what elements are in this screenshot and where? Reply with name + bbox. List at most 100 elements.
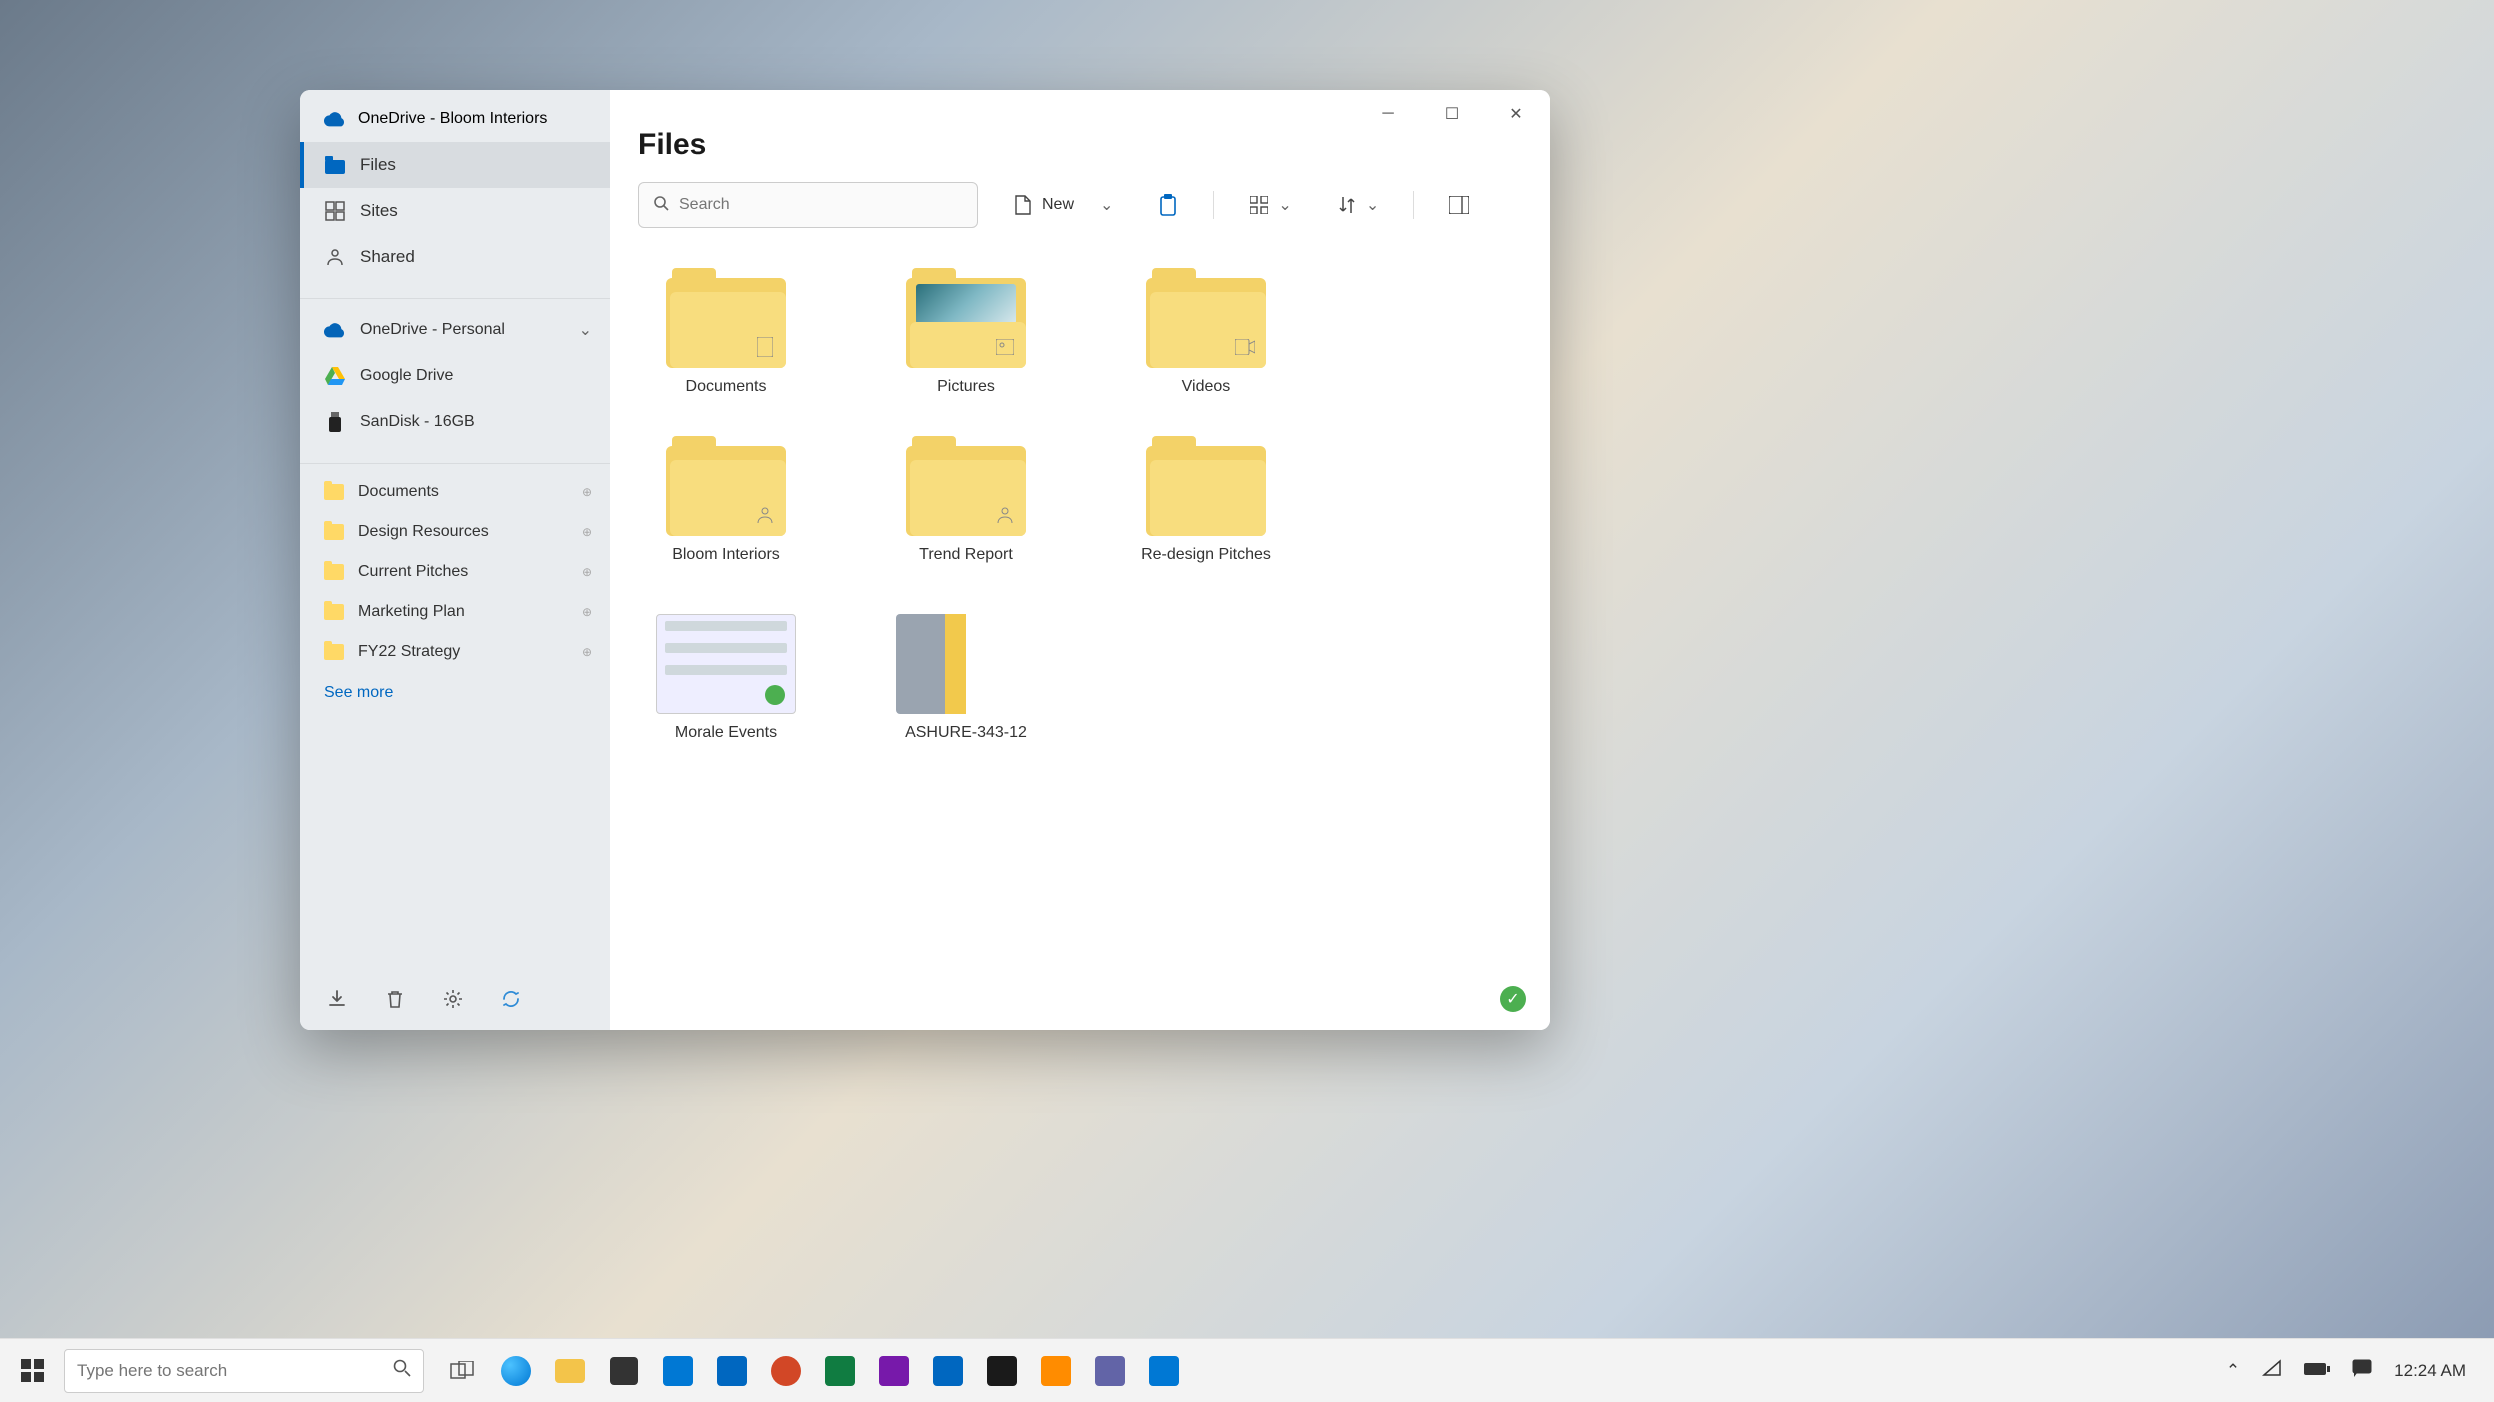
item-label: Re-design Pitches [1141,546,1271,564]
app-generic-3[interactable] [1146,1353,1182,1389]
quick-marketing-plan[interactable]: Marketing Plan ⊕ [300,592,610,632]
quick-design-resources[interactable]: Design Resources ⊕ [300,512,610,552]
pin-icon: ⊕ [582,605,592,619]
see-more-link[interactable]: See more [300,672,610,714]
details-icon [1448,194,1470,216]
account-onedrive-personal[interactable]: OneDrive - Personal ⌄ [300,307,610,353]
pin-icon: ⊕ [582,565,592,579]
nav-label: Files [360,155,396,175]
paste-button[interactable] [1147,186,1189,224]
new-label: New [1042,196,1074,214]
folder-redesign-pitches[interactable]: Re-design Pitches [1126,446,1286,564]
app-calendar[interactable] [714,1353,750,1389]
item-label: Videos [1182,378,1231,396]
account-title: OneDrive - Bloom Interiors [358,110,547,128]
quick-label: Design Resources [358,523,489,541]
toolbar: New ⌄ ⌄ ⌄ [610,172,1550,238]
account-label: OneDrive - Personal [360,321,505,339]
pin-icon: ⊕ [582,525,592,539]
folder-bloom-interiors[interactable]: Bloom Interiors [646,446,806,564]
folder-pictures[interactable]: Pictures [886,278,1046,396]
folder-icon [1146,278,1266,368]
app-edge[interactable] [498,1353,534,1389]
app-teams[interactable] [1092,1353,1128,1389]
folder-icon [324,604,344,620]
window-controls: ─ ☐ ✕ [610,90,1550,128]
search-box[interactable] [638,182,978,228]
onedrive-icon [324,319,346,341]
new-button[interactable]: New ⌄ [1002,186,1123,224]
file-thumbnail [656,614,796,714]
quick-documents[interactable]: Documents ⊕ [300,472,610,512]
app-onenote[interactable] [876,1353,912,1389]
account-google-drive[interactable]: Google Drive [300,353,610,399]
app-store[interactable] [606,1353,642,1389]
taskbar-apps [444,1353,1182,1389]
files-icon [324,154,346,176]
app-explorer[interactable] [552,1353,588,1389]
folder-icon [906,446,1026,536]
pin-icon: ⊕ [582,645,592,659]
sort-icon [1336,194,1358,216]
folder-documents[interactable]: Documents [646,278,806,396]
gear-icon[interactable] [440,986,466,1012]
shared-icon [324,246,346,268]
close-button[interactable]: ✕ [1502,100,1530,128]
sync-status-icon[interactable]: ✓ [1500,986,1526,1012]
account-sandisk[interactable]: SanDisk - 16GB [300,399,610,445]
tray-chevron-icon[interactable]: ⌃ [2226,1361,2240,1381]
item-label: Morale Events [675,724,777,742]
sync-icon[interactable] [498,986,524,1012]
task-view-button[interactable] [444,1353,480,1389]
account-label: Google Drive [360,367,453,385]
quick-current-pitches[interactable]: Current Pitches ⊕ [300,552,610,592]
app-photos[interactable] [930,1353,966,1389]
tray-network-icon[interactable] [2262,1359,2282,1382]
minimize-button[interactable]: ─ [1374,100,1402,128]
search-input[interactable] [679,196,963,214]
item-label: Documents [686,378,767,396]
sidebar-account-header[interactable]: OneDrive - Bloom Interiors [300,90,610,142]
file-explorer-window: OneDrive - Bloom Interiors Files Sites S… [300,90,1550,1030]
nav-shared[interactable]: Shared [300,234,610,280]
folder-icon [666,446,786,536]
grid-view-icon [1248,194,1270,216]
chevron-down-icon: ⌄ [1278,195,1291,215]
windows-logo-icon [21,1359,44,1382]
tray-clock[interactable]: 12:24 AM [2394,1361,2466,1381]
details-pane-button[interactable] [1438,186,1480,224]
share-badge-icon [994,504,1016,526]
app-powerpoint[interactable] [768,1353,804,1389]
folder-icon [1146,446,1266,536]
new-file-icon [1012,194,1034,216]
view-button[interactable]: ⌄ [1238,186,1301,224]
share-badge-icon [754,504,776,526]
taskbar-search-input[interactable] [77,1361,385,1381]
page-title: Files [610,128,1550,172]
nav-sites[interactable]: Sites [300,188,610,234]
app-excel[interactable] [822,1353,858,1389]
tray-action-center-icon[interactable] [2352,1359,2372,1382]
downloads-icon[interactable] [324,986,350,1012]
taskbar-search[interactable] [64,1349,424,1393]
app-generic-2[interactable] [1038,1353,1074,1389]
image-ashure[interactable]: ASHURE-343-12 [886,614,1046,742]
folder-trend-report[interactable]: Trend Report [886,446,1046,564]
trash-icon[interactable] [382,986,408,1012]
items-grid: Documents Pictures Videos [610,238,1550,782]
quick-fy22-strategy[interactable]: FY22 Strategy ⊕ [300,632,610,672]
sort-button[interactable]: ⌄ [1326,186,1389,224]
clipboard-icon [1157,194,1179,216]
item-label: Trend Report [919,546,1013,564]
start-button[interactable] [8,1347,56,1395]
maximize-button[interactable]: ☐ [1438,100,1466,128]
file-morale-events[interactable]: Morale Events [646,614,806,742]
folder-icon [906,278,1026,368]
nav-files[interactable]: Files [300,142,610,188]
sites-icon [324,200,346,222]
app-generic-1[interactable] [984,1353,1020,1389]
app-mail[interactable] [660,1353,696,1389]
tray-battery-icon[interactable] [2304,1361,2330,1381]
onedrive-cloud-icon [324,111,346,127]
folder-videos[interactable]: Videos [1126,278,1286,396]
